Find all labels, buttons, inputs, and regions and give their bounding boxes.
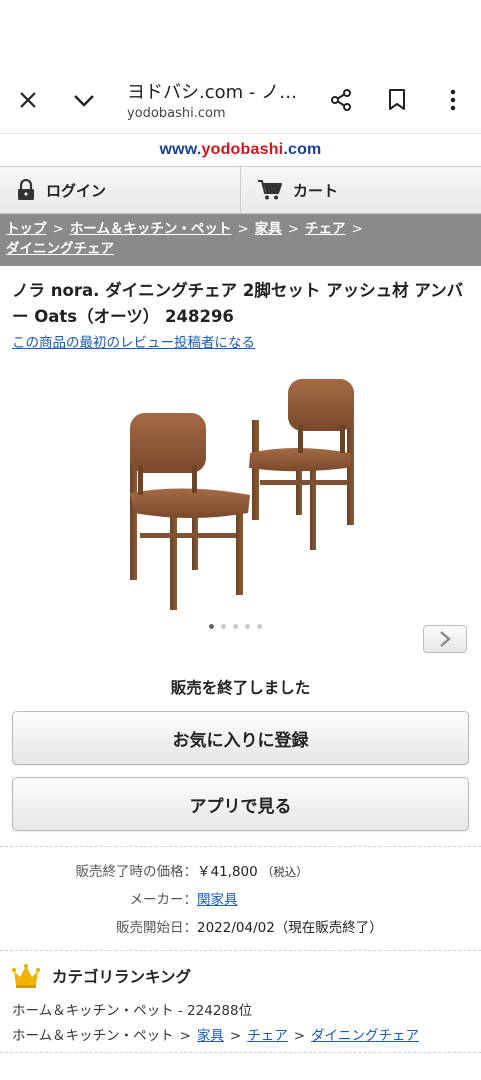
status-bar-area [0, 0, 481, 66]
page-domain: yodobashi.com [127, 106, 226, 121]
login-label: ログイン [46, 181, 107, 200]
logo-brand: yodobashi [201, 141, 284, 158]
page-title: ヨドバシ.com - ノ… [127, 82, 298, 103]
breadcrumb-sep: > [351, 221, 363, 237]
breadcrumb-sep: > [237, 221, 249, 237]
divider [0, 846, 481, 847]
breadcrumb-home-kitchen[interactable]: ホーム＆キッチン・ペット [70, 221, 232, 237]
carousel-dot[interactable] [257, 624, 262, 629]
cart-label: カート [293, 181, 339, 200]
release-date-row: 販売開始日： 2022/04/02（現在販売終了） [0, 916, 481, 936]
ranking-line: ホーム＆キッチン・ペット - 224288位 [12, 1003, 253, 1019]
price-tax-note: （税込） [261, 865, 308, 879]
price-label: 販売終了時の価格： [75, 864, 198, 880]
account-nav: ログイン カート [0, 166, 481, 214]
next-image-button[interactable] [423, 625, 467, 653]
more-menu-icon[interactable] [439, 86, 467, 114]
bookmark-icon[interactable] [383, 86, 411, 114]
logo-suffix: .com [283, 141, 322, 158]
breadcrumb-sep: > [287, 221, 300, 237]
ranking-link-furniture[interactable]: 家具 [197, 1028, 224, 1044]
sales-status: 販売を終了しました [170, 679, 311, 697]
release-label: 販売開始日： [116, 920, 197, 936]
product-image[interactable] [100, 365, 380, 615]
ranking-sep: > [293, 1028, 306, 1044]
image-carousel-dots [209, 624, 262, 629]
site-logo[interactable]: www.yodobashi.com [0, 134, 481, 166]
carousel-dot[interactable] [221, 624, 226, 629]
category-ranking-heading: カテゴリランキング [12, 963, 191, 989]
chevron-right-icon [440, 631, 451, 647]
login-button[interactable]: ログイン [0, 167, 240, 213]
close-icon[interactable] [14, 86, 42, 114]
breadcrumb-furniture[interactable]: 家具 [255, 221, 282, 237]
breadcrumb-sep: > [52, 221, 64, 237]
release-value: 2022/04/02（現在販売終了） [197, 920, 383, 936]
ranking-category-root: ホーム＆キッチン・ペット [12, 1028, 174, 1044]
breadcrumb-dining-chair[interactable]: ダイニングチェア [6, 241, 114, 257]
ranking-heading-text: カテゴリランキング [52, 968, 192, 986]
write-review-link[interactable]: この商品の最初のレビュー投稿者になる [12, 331, 255, 351]
ranking-sep: > [179, 1028, 191, 1044]
divider [0, 1052, 481, 1053]
open-in-app-button[interactable]: アプリで見る [12, 777, 469, 831]
breadcrumb-chair[interactable]: チェア [305, 221, 346, 237]
ranking-link-chair[interactable]: チェア [247, 1028, 288, 1044]
maker-label: メーカー： [129, 892, 198, 908]
cart-icon [258, 180, 282, 200]
divider [0, 950, 481, 951]
carousel-dot[interactable] [233, 624, 238, 629]
crown-icon [12, 963, 40, 988]
price-value: ￥41,800 [197, 864, 258, 880]
ranking-sep: > [229, 1028, 242, 1044]
product-title: ノラ nora. ダイニングチェア 2脚セット アッシュ材 アンバー Oats（… [12, 281, 464, 326]
browser-toolbar: ヨドバシ.com - ノ… yodobashi.com [0, 66, 481, 134]
maker-link[interactable]: 関家具 [197, 892, 238, 908]
maker-row: メーカー： 関家具 [0, 888, 481, 908]
price-row: 販売終了時の価格： ￥41,800 （税込） [0, 860, 481, 880]
chevron-down-icon[interactable] [70, 86, 98, 114]
carousel-dot[interactable] [209, 624, 214, 629]
cart-button[interactable]: カート [240, 167, 481, 213]
share-icon[interactable] [327, 86, 355, 114]
carousel-dot[interactable] [245, 624, 250, 629]
lock-icon [18, 179, 34, 200]
logo-prefix: www. [159, 141, 202, 158]
add-to-favorites-button[interactable]: お気に入りに登録 [12, 711, 469, 765]
breadcrumb-top[interactable]: トップ [6, 221, 47, 237]
ranking-category-path: ホーム＆キッチン・ペット > 家具 > チェア > ダイニングチェア [12, 1024, 419, 1044]
ranking-link-dining-chair[interactable]: ダイニングチェア [311, 1028, 419, 1044]
breadcrumb: トップ > ホーム＆キッチン・ペット > 家具 > チェア > ダイニングチェア [0, 214, 481, 266]
